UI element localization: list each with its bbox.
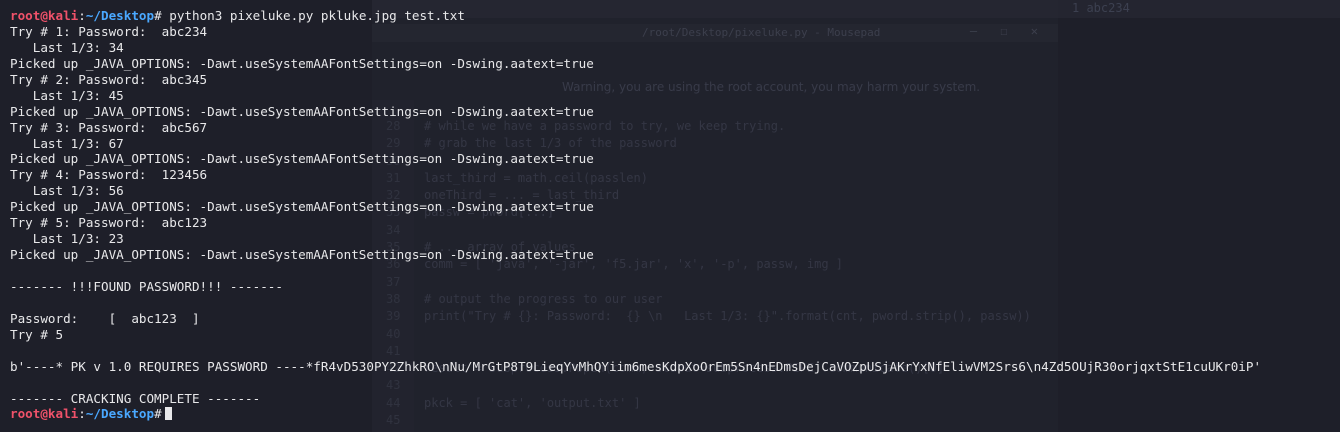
output-line: Last 1/3: 34 (10, 39, 124, 55)
output-line: Picked up _JAVA_OPTIONS: -Dawt.useSystem… (10, 55, 594, 71)
text-cursor (164, 407, 172, 421)
terminal-output[interactable]: root@kali:~/Desktop# python3 pixeluke.py… (10, 8, 1340, 422)
prompt-symbol: # (154, 406, 162, 422)
output-line: Picked up _JAVA_OPTIONS: -Dawt.useSystem… (10, 103, 594, 119)
output-line: Password: [ abc123 ] (10, 310, 200, 326)
output-line: Try # 3: Password: abc567 (10, 119, 208, 135)
prompt-user-host: root@kali (10, 406, 79, 422)
output-lines: Try # 1: Password: abc234 Last 1/3: 34 Pi… (10, 24, 1340, 407)
output-line: Try # 2: Password: abc345 (10, 71, 208, 87)
output-line: ------- CRACKING COMPLETE ------- (10, 390, 261, 406)
output-line: Last 1/3: 23 (10, 231, 124, 247)
output-line: b'----* PK v 1.0 REQUIRES PASSWORD ----*… (10, 358, 1262, 374)
output-line: ------- !!!FOUND PASSWORD!!! ------- (10, 278, 283, 294)
output-line: Try # 4: Password: 123456 (10, 167, 208, 183)
final-prompt-line[interactable]: root@kali:~/Desktop# (10, 406, 1340, 422)
prompt-path: ~/Desktop (85, 406, 155, 422)
prompt-separator: : (78, 8, 86, 23)
prompt-user-host: root@kali (10, 8, 79, 23)
prompt-separator: : (78, 406, 86, 422)
output-line: Last 1/3: 67 (10, 135, 124, 151)
output-line: Last 1/3: 45 (10, 87, 124, 103)
output-line: Picked up _JAVA_OPTIONS: -Dawt.useSystem… (10, 151, 594, 167)
output-line: Try # 5 (10, 326, 64, 342)
prompt-symbol: # (154, 8, 162, 23)
output-line: Try # 5: Password: abc123 (10, 215, 208, 231)
output-line: Picked up _JAVA_OPTIONS: -Dawt.useSystem… (10, 247, 594, 263)
output-line: Last 1/3: 56 (10, 183, 124, 199)
prompt-path: ~/Desktop (85, 8, 155, 23)
output-line: Picked up _JAVA_OPTIONS: -Dawt.useSystem… (10, 199, 594, 215)
command-text: python3 pixeluke.py pkluke.jpg test.txt (161, 8, 465, 23)
output-line: Try # 1: Password: abc234 (10, 23, 208, 39)
command-line: root@kali:~/Desktop# python3 pixeluke.py… (10, 8, 1340, 24)
